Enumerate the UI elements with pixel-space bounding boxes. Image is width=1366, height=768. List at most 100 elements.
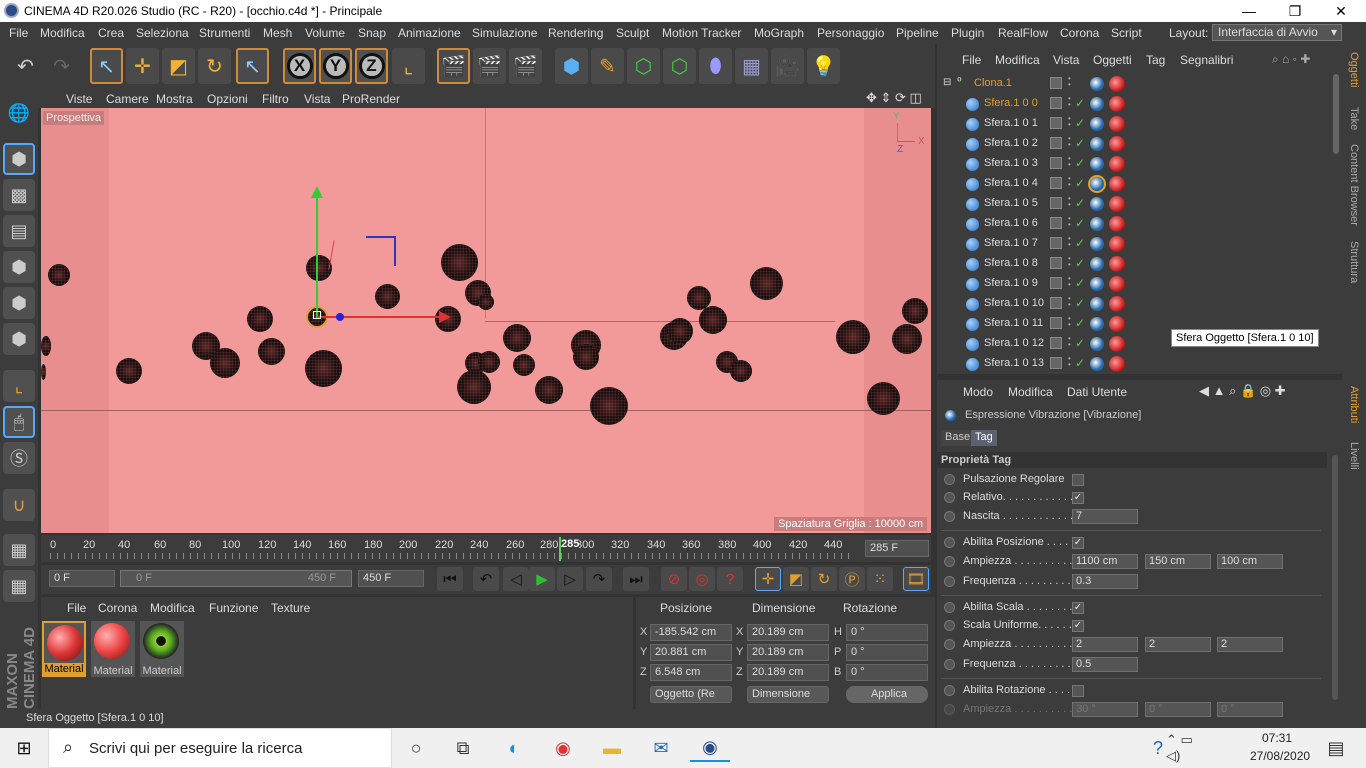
tweak-mode-icon[interactable]: 🖱 xyxy=(3,406,35,438)
anim-radio[interactable] xyxy=(944,639,955,650)
gizmo-y-arrow[interactable] xyxy=(311,186,323,198)
sphere-clone[interactable] xyxy=(478,294,494,310)
vibrate-tag-icon[interactable] xyxy=(1090,277,1104,291)
pen-spline-icon[interactable]: ✎ xyxy=(591,48,624,84)
size-x-field[interactable]: 20.189 cm xyxy=(747,624,829,641)
render-view-icon[interactable]: 🎬 xyxy=(437,48,470,84)
enabled-check-icon[interactable]: ✓ xyxy=(1075,256,1085,270)
enabled-check-icon[interactable]: ✓ xyxy=(1075,136,1085,150)
gizmo-z-handle[interactable] xyxy=(336,313,344,321)
editor-render-dots[interactable]: • • xyxy=(1068,355,1073,371)
ampiezza-scala-y-field[interactable]: 2 xyxy=(1145,637,1211,652)
undo-icon[interactable]: ↶ xyxy=(9,48,42,84)
visibility-toggle[interactable] xyxy=(1050,137,1062,149)
material-tag-icon[interactable] xyxy=(1109,256,1125,272)
sphere-clone[interactable] xyxy=(892,324,922,354)
move-tool-icon[interactable]: ✛ xyxy=(126,48,159,84)
tab-struttura[interactable]: Struttura xyxy=(1348,241,1360,283)
menu-sculpt[interactable]: Sculpt xyxy=(616,26,649,40)
scale-tool-icon[interactable]: ◩ xyxy=(162,48,195,84)
mat-menu-corona[interactable]: Corona xyxy=(98,601,137,615)
editor-render-dots[interactable]: • • xyxy=(1068,275,1073,291)
position-y-field[interactable]: 20.881 cm xyxy=(650,644,732,661)
tab-oggetti[interactable]: Oggetti xyxy=(1348,52,1360,87)
mat-menu-funzione[interactable]: Funzione xyxy=(209,601,258,615)
light-icon[interactable]: 💡 xyxy=(807,48,840,84)
sphere-clone[interactable] xyxy=(41,364,46,380)
menu-animazione[interactable]: Animazione xyxy=(398,26,461,40)
visibility-toggle[interactable] xyxy=(1050,237,1062,249)
vp-menu-vista[interactable]: Vista xyxy=(304,92,330,106)
sphere-clone[interactable] xyxy=(116,358,142,384)
sphere-clone[interactable] xyxy=(730,360,752,382)
editor-render-dots[interactable]: • • xyxy=(1068,295,1073,311)
key-rotation-icon[interactable]: ↻ xyxy=(811,567,837,591)
material-tag-icon[interactable] xyxy=(1109,156,1125,172)
visibility-toggle[interactable] xyxy=(1050,317,1062,329)
tag-icon[interactable] xyxy=(1090,77,1104,91)
minimize-button[interactable]: — xyxy=(1226,0,1272,22)
lock-workplane-icon[interactable]: ▦ xyxy=(3,534,35,566)
obj-menu-file[interactable]: File xyxy=(962,53,981,67)
vp-menu-opzioni[interactable]: Opzioni xyxy=(207,92,248,106)
anim-radio[interactable] xyxy=(944,602,955,613)
ampiezza-scala-z-field[interactable]: 2 xyxy=(1217,637,1283,652)
editor-render-dots[interactable]: • • xyxy=(1068,195,1073,211)
vp-menu-mostra[interactable]: Mostra xyxy=(156,92,193,106)
frequenza-pos-field[interactable]: 0.3 xyxy=(1072,574,1138,589)
menu-simulazione[interactable]: Simulazione xyxy=(472,26,537,40)
y-axis-lock-button[interactable]: Y xyxy=(319,48,352,84)
sphere-clone[interactable] xyxy=(247,306,273,332)
visibility-toggle[interactable] xyxy=(1050,157,1062,169)
editor-render-dots[interactable]: • • xyxy=(1068,175,1073,191)
sphere-clone[interactable] xyxy=(258,338,285,365)
coordinate-system-icon[interactable]: ⌞ xyxy=(392,48,425,84)
visibility-toggle[interactable] xyxy=(1050,197,1062,209)
material-tag-icon[interactable] xyxy=(1109,356,1125,372)
menu-file[interactable]: File xyxy=(9,26,28,40)
size-y-field[interactable]: 20.189 cm xyxy=(747,644,829,661)
material-tag-icon[interactable] xyxy=(1109,276,1125,292)
object-row[interactable]: Sfera.1 0 8 • • ✓ xyxy=(937,254,1327,274)
vibrate-tag-icon[interactable] xyxy=(1090,197,1104,211)
live-select-icon[interactable]: ↖ xyxy=(236,48,269,84)
scala-uniforme-checkbox[interactable]: ✓ xyxy=(1072,620,1084,632)
gizmo-x-arrow[interactable] xyxy=(439,311,451,323)
visibility-toggle[interactable] xyxy=(1050,77,1062,89)
menu-snap[interactable]: Snap xyxy=(358,26,386,40)
cube-object-icon[interactable]: ⬢ xyxy=(555,48,588,84)
anim-radio[interactable] xyxy=(944,576,955,587)
sphere-clone[interactable] xyxy=(441,244,478,281)
cortana-icon[interactable]: ○ xyxy=(396,734,436,762)
obj-menu-oggetti[interactable]: Oggetti xyxy=(1093,53,1132,67)
vp-menu-prorender[interactable]: ProRender xyxy=(342,92,400,106)
editor-render-dots[interactable]: • • xyxy=(1068,75,1073,91)
gizmo-center[interactable] xyxy=(313,311,321,319)
vibrate-tag-icon[interactable] xyxy=(1090,337,1104,351)
key-position-icon[interactable]: ✛ xyxy=(755,567,781,591)
menu-corona[interactable]: Corona xyxy=(1060,26,1099,40)
menu-personaggio[interactable]: Personaggio xyxy=(817,26,884,40)
sphere-clone[interactable] xyxy=(590,387,628,425)
visibility-toggle[interactable] xyxy=(1050,177,1062,189)
enabled-check-icon[interactable]: ✓ xyxy=(1075,236,1085,250)
autokey-icon[interactable]: ◎ xyxy=(689,567,715,591)
tray-icons[interactable]: ⌃ ▭ ◁) xyxy=(1166,732,1206,763)
start-frame-field[interactable]: 0 F xyxy=(49,570,115,587)
mail-icon[interactable]: ✉ xyxy=(641,734,681,762)
sphere-clone[interactable] xyxy=(210,348,240,378)
subdivision-icon[interactable]: ⬡ xyxy=(627,48,660,84)
object-list-scrollbar[interactable] xyxy=(1333,74,1339,154)
vibrate-tag-icon[interactable] xyxy=(1090,117,1104,131)
enabled-check-icon[interactable]: ✓ xyxy=(1075,276,1085,290)
editor-render-dots[interactable]: • • xyxy=(1068,315,1073,331)
go-to-start-icon[interactable]: ⏮ xyxy=(437,567,463,591)
object-row[interactable]: Sfera.1 0 4 • • ✓ xyxy=(937,174,1327,194)
vp-menu-camere[interactable]: Camere xyxy=(106,92,149,106)
sphere-clone[interactable] xyxy=(902,298,928,324)
object-row-clona[interactable]: ⊟ ⁰ Clona.1 • • xyxy=(937,74,1327,94)
notifications-icon[interactable]: ▤ xyxy=(1316,734,1356,762)
menu-strumenti[interactable]: Strumenti xyxy=(199,26,250,40)
sphere-clone[interactable] xyxy=(836,320,870,354)
deformer-icon[interactable]: ⬮ xyxy=(699,48,732,84)
